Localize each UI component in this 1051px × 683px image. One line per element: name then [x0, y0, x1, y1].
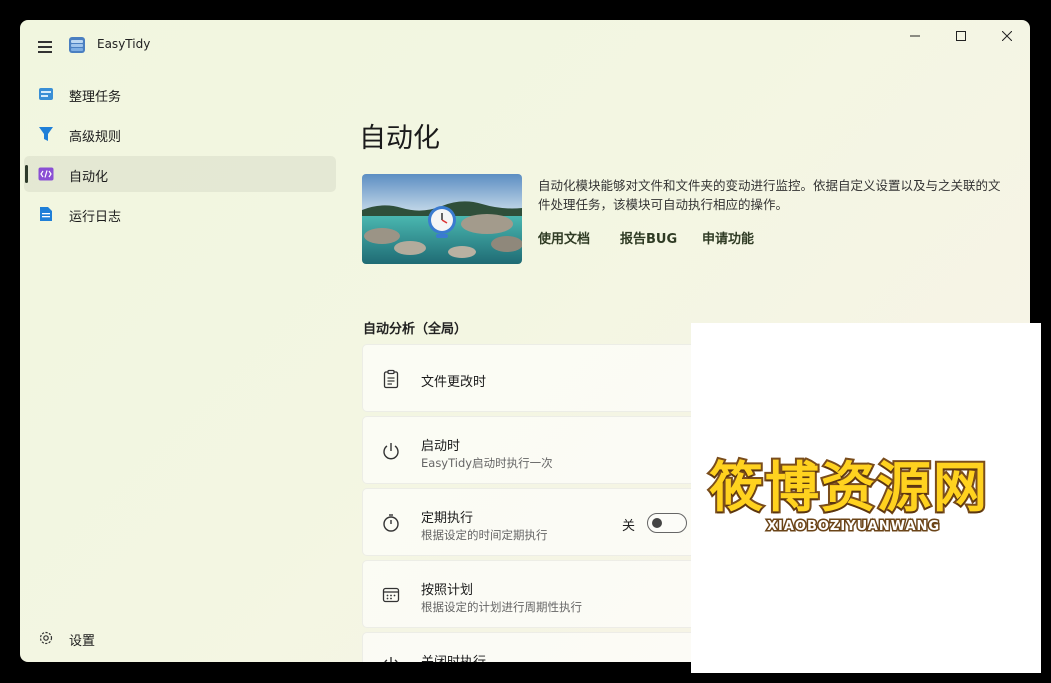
toggle-state-label: 关: [622, 519, 636, 534]
page-description: 自动化模块能够对文件和文件夹的变动进行监控。依据自定义设置以及与之关联的文件处理…: [538, 178, 1001, 212]
card-title: 文件更改时: [421, 375, 487, 390]
clipboard-icon: [381, 369, 401, 389]
menu-icon[interactable]: [34, 36, 56, 56]
watermark-subtext: XIAOBOZIYUANWANG: [765, 518, 941, 536]
sidebar-item-label: 高级规则: [69, 130, 122, 145]
settings-label: 设置: [69, 634, 96, 649]
card-title: 定期执行: [421, 511, 474, 526]
sidebar-item-logs[interactable]: 运行日志: [24, 196, 336, 232]
card-subtitle: EasyTidy启动时执行一次: [421, 456, 553, 470]
card-subtitle: 根据设定的时间定期执行: [421, 528, 548, 542]
sidebar-item-automation[interactable]: 自动化: [24, 156, 336, 192]
filter-icon: [38, 126, 54, 142]
power-icon: [381, 655, 401, 662]
toggle-knob: [652, 518, 662, 528]
power-icon: [381, 441, 401, 461]
hero-image: [362, 174, 522, 264]
docs-link[interactable]: 使用文档: [538, 228, 590, 247]
close-button[interactable]: [984, 20, 1030, 52]
card-title: 按照计划: [421, 583, 474, 598]
app-title: EasyTidy: [97, 37, 151, 51]
sidebar-item-label: 整理任务: [69, 90, 122, 105]
watermark-overlay: 筱博资源网 XIAOBOZIYUANWANG: [691, 323, 1041, 673]
selected-indicator: [25, 165, 28, 183]
card-title: 关闭时执行: [421, 651, 486, 662]
log-icon: [38, 206, 54, 222]
sidebar-item-rules[interactable]: 高级规则: [24, 116, 336, 152]
request-feature-link[interactable]: 申请功能: [702, 228, 754, 247]
card-title: 启动时: [421, 439, 461, 454]
minimize-button[interactable]: [892, 20, 938, 52]
periodic-toggle[interactable]: [647, 513, 687, 533]
title-bar: EasyTidy: [20, 20, 1030, 70]
card-subtitle: 根据设定的计划进行周期性执行: [421, 600, 582, 614]
calendar-icon: [381, 585, 401, 605]
task-icon: [38, 86, 54, 102]
watermark-text: 筱博资源网: [707, 454, 989, 521]
sidebar-item-settings[interactable]: 设置: [24, 620, 336, 656]
sidebar-item-tasks[interactable]: 整理任务: [24, 76, 336, 112]
sidebar-item-label: 运行日志: [69, 210, 122, 225]
maximize-button[interactable]: [938, 20, 984, 52]
report-bug-link[interactable]: 报告BUG: [620, 228, 677, 247]
section-title: 自动分析（全局）: [363, 322, 468, 337]
page-title: 自动化: [359, 123, 440, 154]
timer-icon: [381, 513, 401, 533]
sidebar-item-label: 自动化: [69, 170, 109, 185]
app-logo-icon: [68, 36, 86, 54]
gear-icon: [38, 630, 54, 650]
code-icon: [38, 166, 54, 182]
